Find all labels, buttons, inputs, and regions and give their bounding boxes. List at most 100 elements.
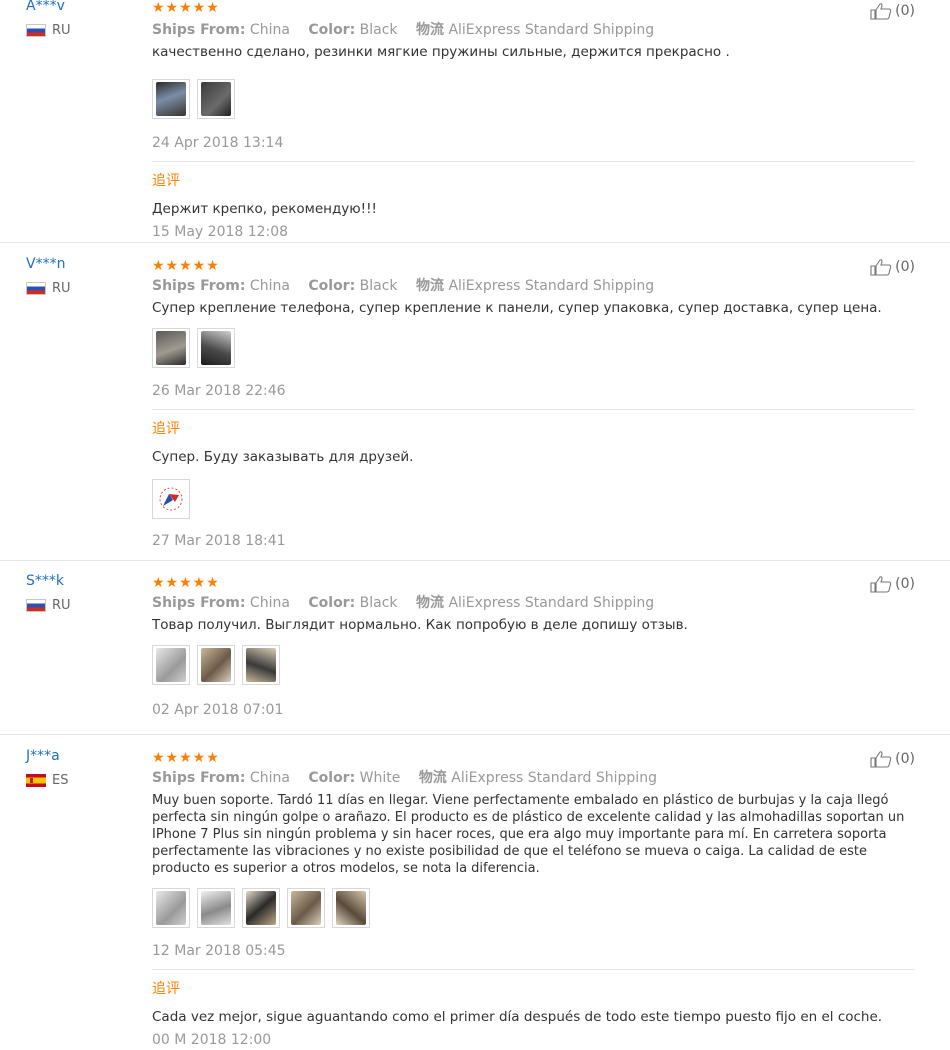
followup-images: [152, 479, 912, 521]
reviewer-country: ES: [52, 772, 69, 788]
helpful-button[interactable]: (0): [870, 750, 915, 768]
logistics-label: 物流: [415, 278, 444, 294]
order-info: Ships From: China Color: Black 物流 AliExp…: [152, 20, 912, 40]
review-images: [152, 328, 912, 370]
review-date: 24 Apr 2018 13:14: [152, 135, 284, 151]
review-date: 26 Mar 2018 22:46: [152, 383, 286, 399]
color-label: Color:: [308, 22, 356, 38]
helpful-count: (0): [895, 3, 915, 19]
color-value: Black: [359, 22, 398, 38]
reviewer-info: V***n RU: [26, 256, 71, 296]
reviewer-name[interactable]: S***k: [26, 573, 71, 589]
russia-flag-icon: [26, 281, 46, 295]
review-text: Muy buen soporte. Tardó 11 días en llega…: [152, 793, 905, 876]
followup-date: 00 M 2018 12:00: [152, 1032, 272, 1048]
helpful-button[interactable]: (0): [870, 2, 915, 20]
rating-stars: ★★★★★: [152, 575, 220, 591]
review-image[interactable]: [242, 888, 280, 928]
additional-feedback-label: 追评: [152, 981, 180, 997]
reviewer-name[interactable]: V***n: [26, 256, 71, 272]
review-image[interactable]: [152, 888, 190, 928]
followup-text: Держит крепко, рекомендую!!!: [152, 201, 377, 217]
shipping-method: AliExpress Standard Shipping: [448, 278, 655, 294]
spain-flag-icon: [26, 773, 46, 787]
helpful-button[interactable]: (0): [870, 258, 915, 276]
review-content: ★★★★★ Ships From: China Color: Black 物流 …: [152, 575, 912, 720]
shipping-method: AliExpress Standard Shipping: [451, 770, 657, 786]
review-images: [152, 888, 912, 930]
rating-stars: ★★★★★: [152, 0, 220, 16]
reviewer-country: RU: [52, 280, 71, 296]
review-image[interactable]: [152, 328, 190, 368]
color-value: Black: [359, 595, 398, 611]
thumbs-up-icon: [870, 3, 892, 20]
review-text: качественно сделано, резинки мягкие пруж…: [152, 44, 730, 60]
review-image[interactable]: [152, 479, 190, 519]
review-date: 02 Apr 2018 07:01: [152, 702, 284, 718]
followup-divider: [152, 969, 914, 970]
shipping-method: AliExpress Standard Shipping: [448, 22, 655, 38]
review-content: ★★★★★ Ships From: China Color: Black 物流 …: [152, 0, 914, 242]
additional-feedback-label: 追评: [152, 421, 180, 437]
reviewer-country: RU: [52, 22, 71, 38]
thumbs-up-icon: [870, 259, 892, 276]
logo-icon: [159, 487, 183, 511]
helpful-button[interactable]: (0): [870, 575, 915, 593]
russia-flag-icon: [26, 23, 46, 37]
helpful-count: (0): [895, 259, 915, 275]
rating-stars: ★★★★★: [152, 750, 220, 766]
review-image[interactable]: [287, 888, 325, 928]
followup-divider: [152, 409, 914, 410]
review-image[interactable]: [197, 328, 235, 368]
review-image[interactable]: [242, 645, 280, 685]
reviewer-info: A***v RU: [26, 0, 71, 38]
followup-date: 27 Mar 2018 18:41: [152, 533, 286, 549]
reviewer-country: RU: [52, 597, 71, 613]
review-content: ★★★★★ Ships From: China Color: White 物流 …: [152, 750, 914, 1050]
review-image[interactable]: [197, 79, 235, 119]
ships-from-value: China: [249, 278, 290, 294]
reviewer-name[interactable]: J***a: [26, 748, 68, 764]
color-label: Color:: [308, 278, 356, 294]
review-text: Супер крепление телефона, супер креплени…: [152, 300, 882, 316]
review-date: 12 Mar 2018 05:45: [152, 943, 286, 959]
review-image[interactable]: [152, 79, 190, 119]
review-image[interactable]: [197, 888, 235, 928]
additional-feedback-label: 追评: [152, 173, 180, 189]
review-content: ★★★★★ Ships From: China Color: Black 物流 …: [152, 258, 914, 551]
review-image[interactable]: [152, 645, 190, 685]
logistics-label: 物流: [415, 22, 444, 38]
ships-from-value: China: [249, 770, 290, 786]
reviewer-info: J***a ES: [26, 748, 68, 788]
review-images: [152, 79, 912, 121]
review-divider: [0, 560, 950, 561]
color-value: White: [359, 770, 401, 786]
helpful-count: (0): [895, 576, 915, 592]
color-label: Color:: [308, 595, 356, 611]
ships-from-label: Ships From:: [152, 22, 246, 38]
reviewer-name[interactable]: A***v: [26, 0, 71, 14]
russia-flag-icon: [26, 598, 46, 612]
logistics-label: 物流: [418, 770, 447, 786]
ships-from-label: Ships From:: [152, 595, 246, 611]
rating-stars: ★★★★★: [152, 258, 220, 274]
followup-divider: [152, 161, 914, 162]
ships-from-value: China: [249, 595, 290, 611]
order-info: Ships From: China Color: Black 物流 AliExp…: [152, 593, 912, 613]
review-images: [152, 645, 912, 687]
followup-text: Супер. Буду заказывать для друзей.: [152, 449, 414, 465]
ships-from-label: Ships From:: [152, 278, 246, 294]
thumbs-up-icon: [870, 576, 892, 593]
review-text: Товар получил. Выглядит нормально. Как п…: [152, 617, 688, 633]
followup-text: Cada vez mejor, sigue aguantando como el…: [152, 1009, 883, 1025]
review-image[interactable]: [197, 645, 235, 685]
thumbs-up-icon: [870, 751, 892, 768]
order-info: Ships From: China Color: White 物流 AliExp…: [152, 768, 912, 788]
ships-from-value: China: [249, 22, 290, 38]
ships-from-label: Ships From:: [152, 770, 246, 786]
color-label: Color:: [308, 770, 356, 786]
helpful-count: (0): [895, 751, 915, 767]
color-value: Black: [359, 278, 398, 294]
logistics-label: 物流: [415, 595, 444, 611]
review-image[interactable]: [332, 888, 370, 928]
